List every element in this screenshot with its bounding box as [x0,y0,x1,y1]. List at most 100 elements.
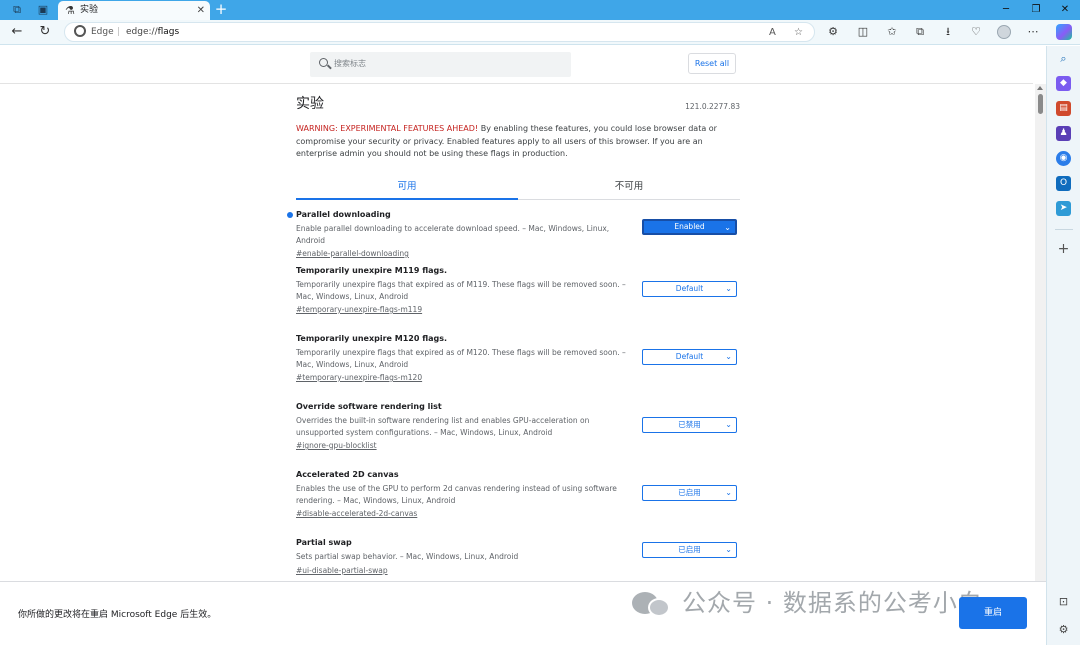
chevron-down-icon: ⌄ [725,352,732,361]
address-bar[interactable]: Edge | edge://flags A ☆ [64,22,815,42]
profile-avatar[interactable] [997,25,1011,39]
flag-description: Temporarily unexpire flags that expired … [296,348,626,369]
collections-icon[interactable]: ⧉ [912,24,928,40]
refresh-button[interactable]: ↻ [37,24,53,40]
flag-select[interactable]: Default ⌄ [642,281,737,297]
sidebar-hide-icon[interactable]: ⊡ [1056,594,1071,609]
close-window-button[interactable]: ✕ [1058,2,1072,18]
flag-item: Accelerated 2D canvas Enables the use of… [296,469,740,519]
flag-description: Enable parallel downloading to accelerat… [296,224,610,245]
relaunch-message: 你所做的更改将在重启 Microsoft Edge 后生效。 [18,610,217,620]
flag-select-value: Default [675,284,704,293]
flag-select-value: 已启用 [678,545,701,554]
sidebar-drop-icon[interactable]: ➤ [1056,201,1071,216]
sidebar-toolbox-icon[interactable]: ▤ [1056,101,1071,116]
flag-description: Overrides the built-in software renderin… [296,416,590,437]
chevron-down-icon: ⌄ [725,420,732,429]
toolbar: ← ↻ Edge | edge://flags A ☆ ⚙ ◫ ✩ ⧉ ⭳ ♡ … [0,20,1080,45]
flag-select[interactable]: Enabled ⌄ [642,219,737,235]
flag-select-value: Enabled [674,222,705,231]
flag-item: Partial swap Sets partial swap behavior.… [296,537,740,576]
flag-select[interactable]: 已启用 ⌄ [642,485,737,501]
close-tab-icon[interactable]: ✕ [197,3,205,18]
minimize-button[interactable]: ─ [999,2,1013,18]
flag-link[interactable]: #ui-disable-partial-swap [296,565,740,576]
wechat-logo-icon [632,590,674,618]
modified-indicator [287,212,293,218]
restore-button[interactable]: ❐ [1029,2,1043,18]
scrollbar-thumb[interactable] [1038,94,1043,114]
flask-icon: ⚗ [65,4,75,17]
reset-all-button[interactable]: Reset all [688,53,736,74]
flag-name: Accelerated 2D canvas [296,470,399,479]
tab-title: 实验 [80,5,99,15]
version-label: 121.0.2277.83 [685,102,740,111]
flag-select[interactable]: 已启用 ⌄ [642,542,737,558]
flag-item: Temporarily unexpire M120 flags. Tempora… [296,333,740,383]
chevron-down-icon: ⌄ [725,545,732,554]
favorites-icon[interactable]: ✩ [884,24,900,40]
flag-select-value: 已启用 [678,488,701,497]
sidebar-divider [1055,229,1073,230]
search-input[interactable]: 搜索标志 [310,52,571,77]
new-tab-button[interactable]: + [214,1,228,18]
flag-item: Parallel downloading Enable parallel dow… [287,209,740,259]
scrollbar[interactable] [1035,84,1046,581]
workspaces-icon[interactable]: ⧉ [9,3,25,17]
flag-description: Sets partial swap behavior. – Mac, Windo… [296,552,519,561]
page-title: 实验 [296,96,324,112]
warning-text: WARNING: EXPERIMENTAL FEATURES AHEAD! By… [296,123,740,161]
watermark-text: 公众号 · 数据系的公考小白 [682,589,983,617]
sidebar-games-icon[interactable]: ♟ [1056,126,1071,141]
extensions-icon[interactable]: ⚙ [825,24,841,40]
sidebar-settings-icon[interactable]: ⚙ [1056,622,1071,637]
flag-link[interactable]: #enable-parallel-downloading [296,248,740,259]
back-button[interactable]: ← [9,24,25,40]
more-menu-icon[interactable]: ⋯ [1025,24,1041,40]
flag-item: Override software rendering list Overrid… [296,401,740,451]
flags-page: 搜索标志 Reset all 实验 121.0.2277.83 WARNING:… [0,46,1046,581]
relaunch-button[interactable]: 重启 [959,597,1027,629]
sidebar-search-icon[interactable]: ⌕ [1056,51,1071,66]
search-header: 搜索标志 Reset all [0,46,1033,84]
flag-select[interactable]: 已禁用 ⌄ [642,417,737,433]
flag-select-value: Default [675,352,704,361]
flag-item: Temporarily unexpire M119 flags. Tempora… [296,265,740,315]
chevron-down-icon: ⌄ [725,488,732,497]
address-separator: | [117,27,121,37]
tab-available[interactable]: 可用 [296,177,518,200]
sidebar-outlook-icon[interactable]: O [1056,176,1071,191]
relaunch-bar: 你所做的更改将在重启 Microsoft Edge 后生效。 公众号 · 数据系… [0,581,1046,645]
sidebar-tag-icon[interactable]: ◆ [1056,76,1071,91]
scroll-up-arrow-icon[interactable] [1037,86,1043,90]
split-screen-icon[interactable]: ◫ [855,24,871,40]
copilot-icon[interactable] [1056,24,1072,40]
title-bar: ⧉ ▣ ⚗ 实验 ✕ + ─ ❐ ✕ [0,0,1080,20]
tab-flags[interactable]: ⚗ 实验 ✕ [58,1,210,20]
search-icon [319,58,328,67]
flag-link[interactable]: #temporary-unexpire-flags-m119 [296,304,740,315]
flag-select-value: 已禁用 [678,420,701,429]
tab-unavailable[interactable]: 不可用 [518,177,740,200]
address-url: edge://flags [126,27,180,37]
edge-logo-icon [74,25,86,37]
edge-sidebar: ⌕ ◆ ▤ ♟ ◉ O ➤ + ⊡ ⚙ [1046,46,1080,645]
address-host: Edge [91,27,114,37]
downloads-icon[interactable]: ⭳ [940,24,956,40]
sidebar-add-icon[interactable]: + [1056,242,1071,257]
flag-link[interactable]: #temporary-unexpire-flags-m120 [296,372,740,383]
flag-link[interactable]: #ignore-gpu-blocklist [296,440,740,451]
flag-name: Temporarily unexpire M119 flags. [296,266,448,275]
flag-description: Temporarily unexpire flags that expired … [296,280,626,301]
sidebar-copilot-icon[interactable]: ◉ [1056,151,1071,166]
flag-name: Temporarily unexpire M120 flags. [296,334,448,343]
tab-actions-icon[interactable]: ▣ [35,3,51,17]
performance-icon[interactable]: ♡ [968,24,984,40]
flag-description: Enables the use of the GPU to perform 2d… [296,484,617,505]
read-aloud-icon[interactable]: A [769,25,776,40]
flag-link[interactable]: #disable-accelerated-2d-canvas [296,508,740,519]
flag-select[interactable]: Default ⌄ [642,349,737,365]
chevron-down-icon: ⌄ [725,284,732,293]
flag-name: Override software rendering list [296,402,442,411]
favorite-star-icon[interactable]: ☆ [794,25,803,40]
